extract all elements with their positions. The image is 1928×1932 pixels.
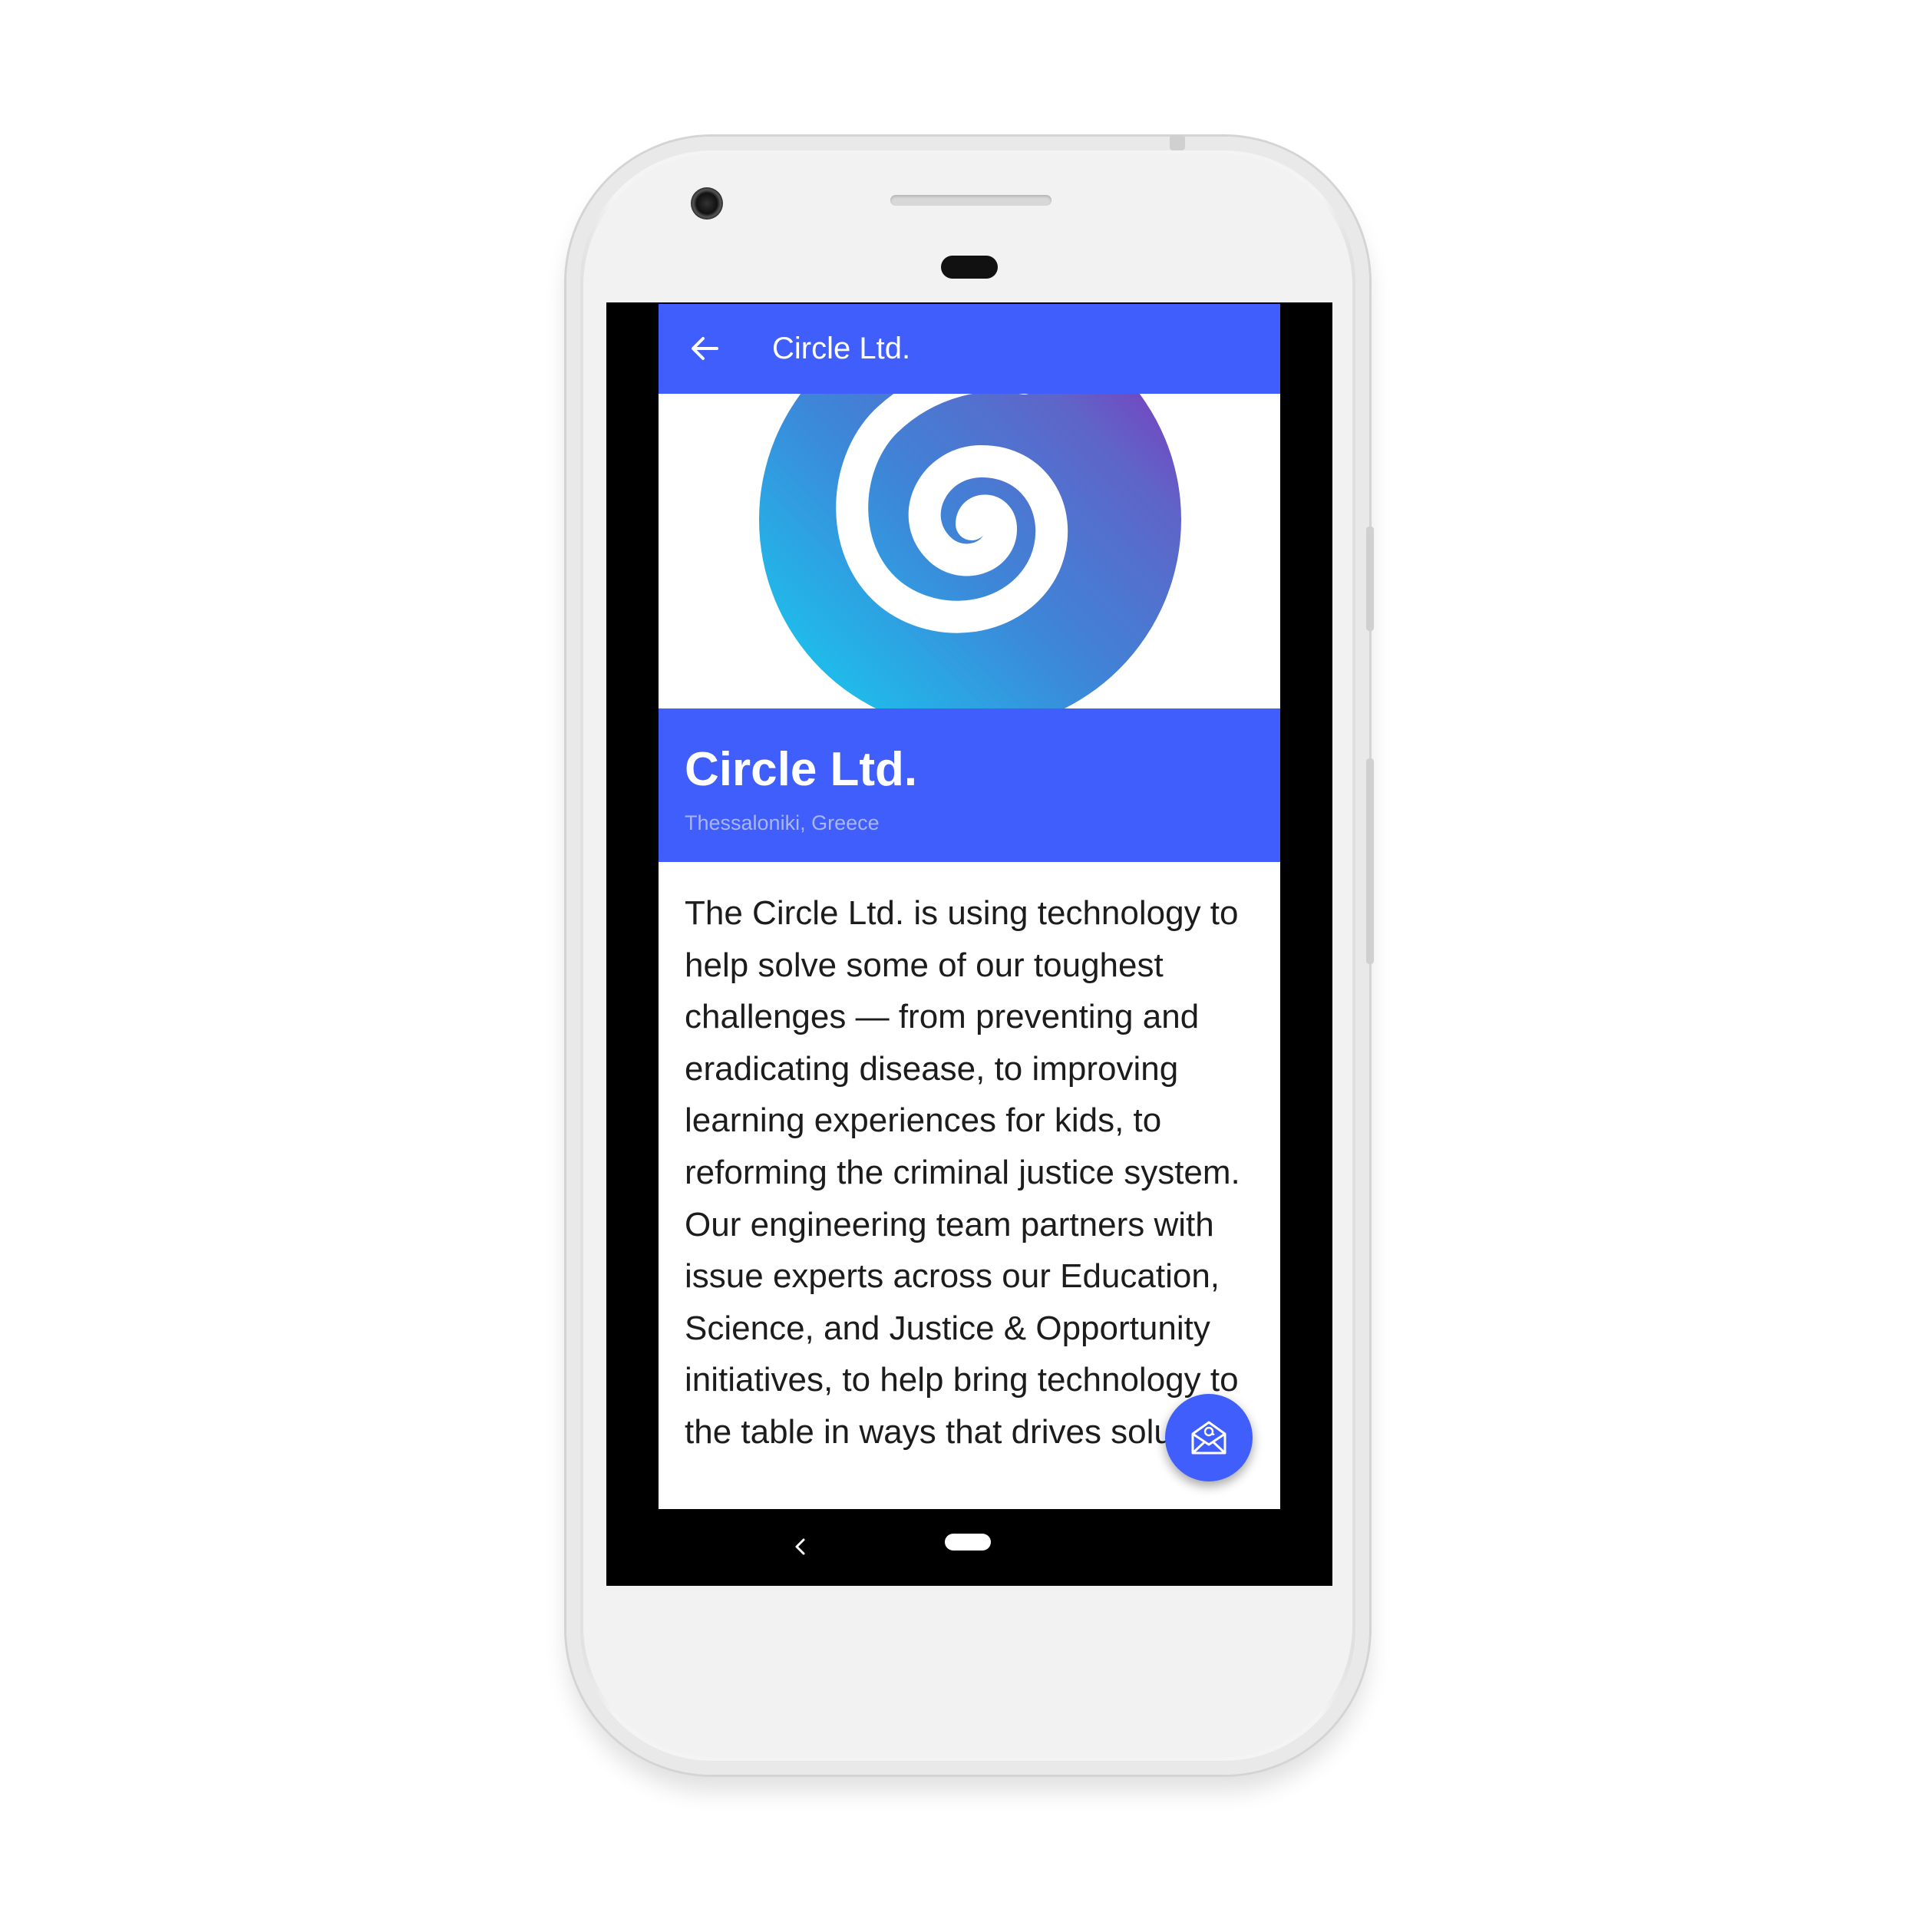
app-toolbar: Circle Ltd. xyxy=(659,304,1280,394)
phone-screen: Circle Ltd. Circle Ltd. Thessaloniki, Gr… xyxy=(606,302,1332,1586)
phone-power-button xyxy=(1366,758,1374,964)
toolbar-title: Circle Ltd. xyxy=(772,332,911,365)
contact-email-button[interactable] xyxy=(1165,1394,1253,1481)
email-open-icon xyxy=(1191,1421,1226,1455)
company-logo-banner xyxy=(659,394,1280,708)
company-header: Circle Ltd. Thessaloniki, Greece xyxy=(659,708,1280,862)
phone-volume-button xyxy=(1366,527,1374,631)
nav-home-pill[interactable] xyxy=(945,1534,991,1551)
arrow-back-icon[interactable] xyxy=(689,333,720,364)
phone-top-button xyxy=(1170,135,1185,150)
system-navigation-bar xyxy=(606,1511,1332,1586)
company-detail-screen: Circle Ltd. Circle Ltd. Thessaloniki, Gr… xyxy=(659,304,1280,1509)
company-location: Thessaloniki, Greece xyxy=(685,811,880,834)
proximity-sensor xyxy=(941,256,998,279)
earpiece-speaker xyxy=(890,195,1051,206)
spiral-logo xyxy=(759,394,1181,708)
nav-back-icon[interactable] xyxy=(789,1535,812,1558)
company-name: Circle Ltd. xyxy=(685,743,918,796)
company-description: The Circle Ltd. is using technology to h… xyxy=(685,894,1254,1451)
front-camera-icon xyxy=(691,187,723,220)
